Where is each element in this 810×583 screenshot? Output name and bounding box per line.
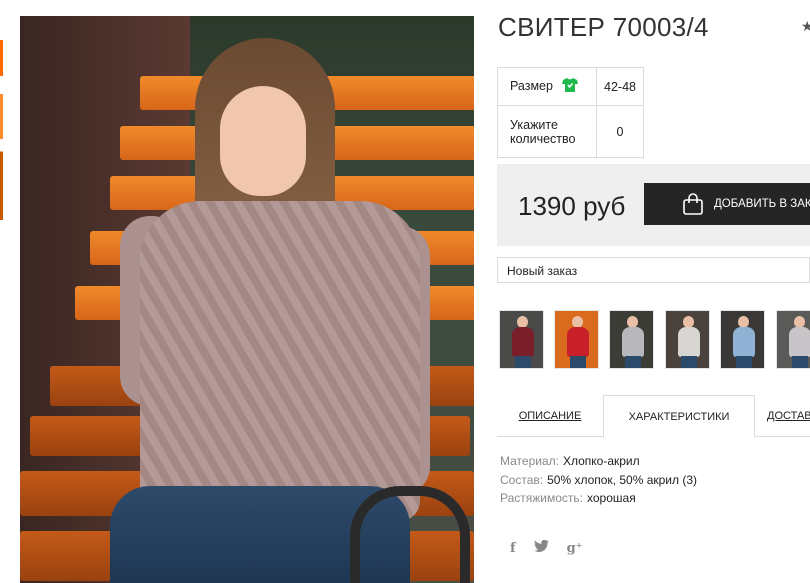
spec-row-size: Размер 42-48 bbox=[497, 67, 644, 106]
quantity-field[interactable]: 0 bbox=[596, 105, 644, 158]
char-key: Растяжимость: bbox=[500, 491, 584, 505]
tab-characteristics[interactable]: ХАРАКТЕРИСТИКИ bbox=[603, 395, 755, 438]
star-icon[interactable]: ★ bbox=[801, 18, 810, 35]
thumbnail[interactable] bbox=[609, 310, 654, 369]
add-to-order-label: ДОБАВИТЬ В ЗАКАЗ bbox=[714, 198, 810, 210]
size-label: Размер bbox=[510, 78, 553, 93]
tab-description-label: ОПИСАНИЕ bbox=[518, 410, 582, 422]
thumbnail[interactable] bbox=[776, 310, 810, 369]
char-key: Состав: bbox=[500, 472, 544, 487]
spec-label: Размер bbox=[497, 67, 597, 106]
tab-delivery-label: ДОСТАВКА bbox=[767, 410, 810, 422]
left-edge-strip bbox=[0, 40, 3, 220]
size-value[interactable]: 42-48 bbox=[596, 67, 644, 106]
char-key: Материал: bbox=[500, 454, 559, 468]
characteristic-row: Материал: Хлопко-акрил bbox=[500, 452, 697, 471]
model-face bbox=[220, 86, 306, 196]
twitter-icon[interactable] bbox=[533, 539, 549, 556]
product-photo[interactable] bbox=[20, 16, 474, 583]
char-value: Хлопко-акрил bbox=[562, 454, 640, 468]
thumbnail[interactable] bbox=[554, 310, 599, 369]
price-box: 1390 руб ДОБАВИТЬ В ЗАКАЗ bbox=[497, 164, 810, 246]
shopping-bag-icon bbox=[682, 193, 704, 215]
characteristic-row: Растяжимость: хорошая bbox=[500, 489, 697, 508]
thumbnail[interactable] bbox=[499, 310, 544, 369]
product-title: СВИТЕР 70003/4 bbox=[498, 12, 709, 42]
spec-row-quantity: Укажите количество 0 bbox=[497, 105, 644, 158]
social-share: f g⁺ bbox=[510, 539, 583, 556]
specs-table: Размер 42-48 Укажите количество 0 bbox=[497, 67, 644, 158]
product-tabs: ОПИСАНИЕ ХАРАКТЕРИСТИКИ ДОСТАВКА bbox=[497, 395, 810, 438]
price: 1390 руб bbox=[518, 191, 626, 221]
thumbnail[interactable] bbox=[665, 310, 710, 369]
quantity-label: Укажите количество bbox=[497, 105, 597, 158]
characteristic-row: Состав: 50% хлопок, 50% акрил (3) bbox=[500, 471, 697, 490]
characteristics-list: Материал: Хлопко-акрил Состав: 50% хлопок,… bbox=[500, 452, 697, 508]
facebook-icon[interactable]: f bbox=[510, 541, 516, 556]
char-value: 50% хлопок, 50% акрил (3) bbox=[547, 472, 697, 487]
tab-delivery[interactable]: ДОСТАВКА bbox=[767, 395, 810, 437]
bench-armrest bbox=[350, 486, 470, 583]
sweater bbox=[140, 201, 420, 521]
tab-characteristics-label: ХАРАКТЕРИСТИКИ bbox=[628, 410, 730, 423]
add-to-order-button[interactable]: ДОБАВИТЬ В ЗАКАЗ bbox=[644, 183, 810, 225]
order-select[interactable]: Новый заказ bbox=[497, 257, 810, 283]
thumbnail[interactable] bbox=[720, 310, 765, 369]
char-value: хорошая bbox=[587, 491, 636, 505]
tshirt-icon[interactable] bbox=[562, 78, 579, 95]
google-plus-icon[interactable]: g⁺ bbox=[567, 541, 583, 556]
tab-description[interactable]: ОПИСАНИЕ bbox=[497, 395, 603, 437]
thumbnail-strip bbox=[499, 310, 810, 369]
